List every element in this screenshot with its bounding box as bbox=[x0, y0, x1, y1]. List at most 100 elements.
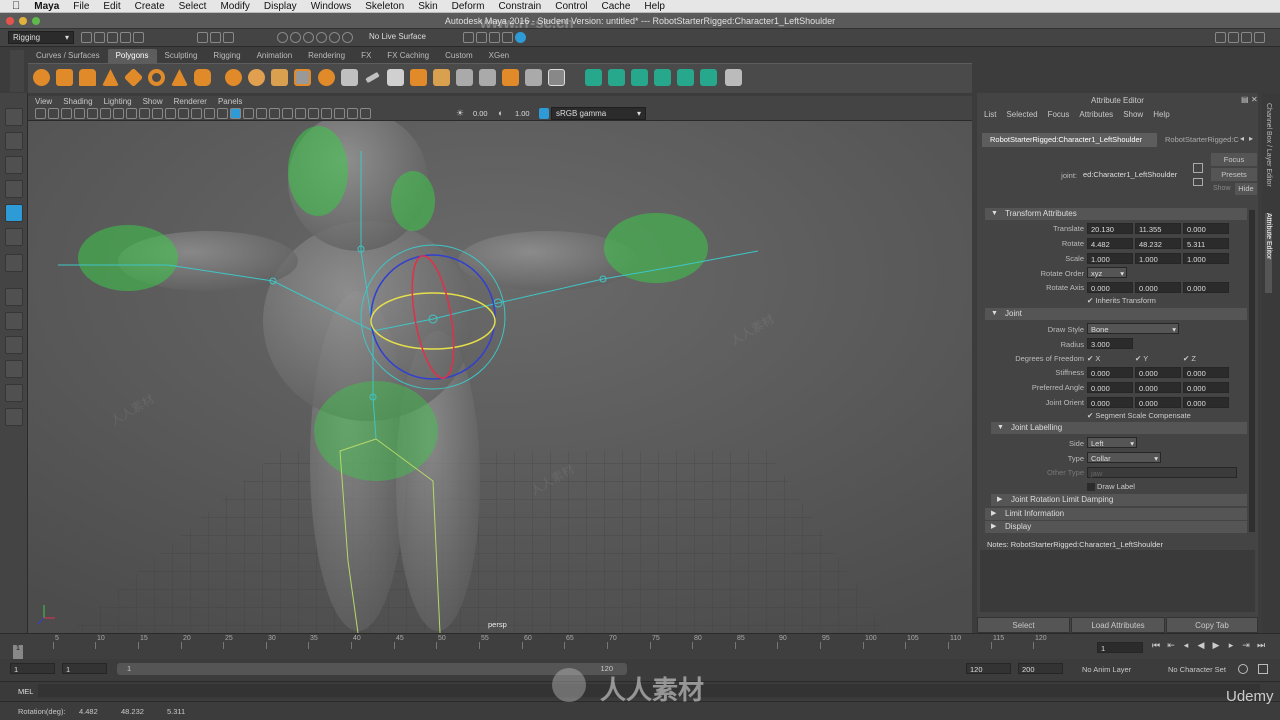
undo-icon[interactable] bbox=[120, 32, 131, 43]
joint-orient-y-field[interactable]: 0.000 bbox=[1135, 397, 1181, 408]
save-scene-icon[interactable] bbox=[107, 32, 118, 43]
four-pane-layout-icon[interactable] bbox=[5, 312, 23, 330]
poly-plane-icon[interactable] bbox=[123, 67, 144, 88]
offset-edge-loop-icon[interactable] bbox=[479, 69, 496, 86]
toggle-modeling-toolkit-icon[interactable] bbox=[1228, 32, 1239, 43]
append-icon[interactable] bbox=[410, 69, 427, 86]
shelf-tab-fx-caching[interactable]: FX Caching bbox=[379, 49, 437, 63]
image-plane-icon[interactable] bbox=[74, 108, 85, 119]
uv-planar-icon[interactable] bbox=[585, 69, 602, 86]
menu-windows[interactable]: Windows bbox=[311, 1, 352, 12]
zoom-window-button[interactable] bbox=[32, 17, 40, 25]
shelf-tab-rendering[interactable]: Rendering bbox=[300, 49, 353, 63]
close-window-button[interactable] bbox=[6, 17, 14, 25]
screen-space-ao-icon[interactable] bbox=[282, 108, 293, 119]
textured-icon[interactable] bbox=[217, 108, 228, 119]
workspace-icon[interactable] bbox=[1215, 32, 1226, 43]
smooth-icon[interactable] bbox=[294, 69, 311, 86]
gate-mask-icon[interactable] bbox=[126, 108, 137, 119]
snap-point-icon[interactable] bbox=[303, 32, 314, 43]
preferences-icon[interactable] bbox=[1258, 664, 1268, 674]
exposure-icon[interactable]: ☀ bbox=[456, 108, 468, 120]
rotate-order-dropdown[interactable]: xyz ▾ bbox=[1087, 267, 1127, 278]
separate-icon[interactable] bbox=[248, 69, 265, 86]
uv-automatic-icon[interactable] bbox=[654, 69, 671, 86]
rotate-z-field[interactable]: 5.311 bbox=[1183, 238, 1229, 249]
use-lights-icon[interactable] bbox=[256, 108, 267, 119]
joint-labelling-section[interactable]: ▼ Joint Labelling bbox=[991, 422, 1247, 434]
command-language-label[interactable]: MEL bbox=[18, 687, 33, 696]
ipr-render-icon[interactable] bbox=[489, 32, 500, 43]
menu-create[interactable]: Create bbox=[135, 1, 165, 12]
shelf-tab-sculpting[interactable]: Sculpting bbox=[157, 49, 206, 63]
grid-toggle-icon[interactable] bbox=[87, 108, 98, 119]
node-graph-icon[interactable] bbox=[1193, 178, 1203, 186]
translate-z-field[interactable]: 0.000 bbox=[1183, 223, 1229, 234]
apple-icon[interactable]:  bbox=[12, 0, 20, 12]
scale-tool-icon[interactable] bbox=[5, 228, 23, 246]
close-panel-icon[interactable]: ✕ bbox=[1251, 95, 1258, 104]
rotate-tool-icon[interactable] bbox=[5, 204, 23, 222]
menu-modify[interactable]: Modify bbox=[220, 1, 249, 12]
poly-pipe-icon[interactable] bbox=[194, 69, 211, 86]
attribute-scrollbar[interactable] bbox=[1249, 210, 1255, 532]
range-slider[interactable]: 1 120 bbox=[117, 663, 627, 675]
smooth-shade-icon[interactable] bbox=[191, 108, 202, 119]
combine-icon[interactable] bbox=[225, 69, 242, 86]
render-settings-icon[interactable] bbox=[502, 32, 513, 43]
snap-grid-icon[interactable] bbox=[277, 32, 288, 43]
go-to-start-icon[interactable]: ⏮ bbox=[1151, 640, 1161, 650]
hypershade-icon[interactable] bbox=[515, 32, 526, 43]
segment-scale-compensate-checkbox[interactable]: ✔ Segment Scale Compensate bbox=[1087, 411, 1191, 420]
boolean-icon[interactable] bbox=[318, 69, 335, 86]
poly-cube-icon[interactable] bbox=[56, 69, 73, 86]
stiffness-z-field[interactable]: 0.000 bbox=[1183, 367, 1229, 378]
step-back-frame-icon[interactable]: ◂ bbox=[1181, 640, 1191, 650]
ae-menu-help[interactable]: Help bbox=[1153, 110, 1169, 123]
side-dropdown[interactable]: Left ▾ bbox=[1087, 437, 1137, 448]
resolution-gate-icon[interactable] bbox=[113, 108, 124, 119]
live-surface-label[interactable]: No Live Surface bbox=[369, 32, 434, 44]
new-scene-icon[interactable] bbox=[81, 32, 92, 43]
anim-layer-dropdown[interactable]: No Anim Layer bbox=[1082, 665, 1131, 674]
preferred-angle-z-field[interactable]: 0.000 bbox=[1183, 382, 1229, 393]
wireframe-icon[interactable] bbox=[178, 108, 189, 119]
scale-y-field[interactable]: 1.000 bbox=[1135, 253, 1181, 264]
single-pane-layout-icon[interactable] bbox=[5, 288, 23, 306]
start-time-field[interactable]: 1 bbox=[10, 663, 55, 674]
panel-menu-view[interactable]: View bbox=[35, 97, 52, 106]
toggle-attribute-editor-icon[interactable] bbox=[1241, 32, 1252, 43]
fill-hole-icon[interactable] bbox=[502, 69, 519, 86]
radius-field[interactable]: 3.000 bbox=[1087, 338, 1133, 349]
menuset-dropdown[interactable]: Rigging ▾ bbox=[8, 31, 74, 44]
float-panel-icon[interactable]: ▤ bbox=[1241, 95, 1249, 104]
dof-z-checkbox[interactable]: ✔ Z bbox=[1183, 354, 1196, 363]
ae-menu-list[interactable]: List bbox=[984, 110, 996, 123]
xray-joints-icon[interactable] bbox=[243, 108, 254, 119]
ae-menu-attributes[interactable]: Attributes bbox=[1079, 110, 1113, 123]
camera-attributes-icon[interactable] bbox=[48, 108, 59, 119]
display-section[interactable]: ▶ Display bbox=[985, 521, 1247, 533]
toggle-channel-box-icon[interactable] bbox=[1254, 32, 1265, 43]
tab-scroll-left-icon[interactable]: ◂ bbox=[1240, 134, 1244, 143]
poly-cone-icon[interactable] bbox=[102, 69, 119, 86]
multi-cut-icon[interactable] bbox=[365, 71, 380, 84]
poly-torus-icon[interactable] bbox=[148, 69, 165, 86]
shelf-tab-custom[interactable]: Custom bbox=[437, 49, 481, 63]
safe-action-icon[interactable] bbox=[152, 108, 163, 119]
focus-button[interactable]: Focus bbox=[1211, 153, 1257, 166]
poly-sphere-icon[interactable] bbox=[33, 69, 50, 86]
select-component-icon[interactable] bbox=[223, 32, 234, 43]
viewport-persp[interactable]: persp 人人素材 人人素材 人人素材 bbox=[28, 121, 972, 633]
current-frame-field[interactable]: 1 bbox=[1097, 642, 1143, 653]
snap-view-icon[interactable] bbox=[316, 32, 327, 43]
snap-curve-icon[interactable] bbox=[290, 32, 301, 43]
step-forward-frame-icon[interactable]: ▸ bbox=[1226, 640, 1236, 650]
step-back-key-icon[interactable]: ⇤ bbox=[1166, 640, 1176, 650]
node-sync-icon[interactable] bbox=[1193, 163, 1203, 173]
rotate-y-field[interactable]: 48.232 bbox=[1135, 238, 1181, 249]
play-forward-icon[interactable]: ▶ bbox=[1211, 640, 1221, 650]
stiffness-x-field[interactable]: 0.000 bbox=[1087, 367, 1133, 378]
playback-end-field[interactable]: 120 bbox=[966, 663, 1011, 674]
extract-icon[interactable] bbox=[271, 69, 288, 86]
